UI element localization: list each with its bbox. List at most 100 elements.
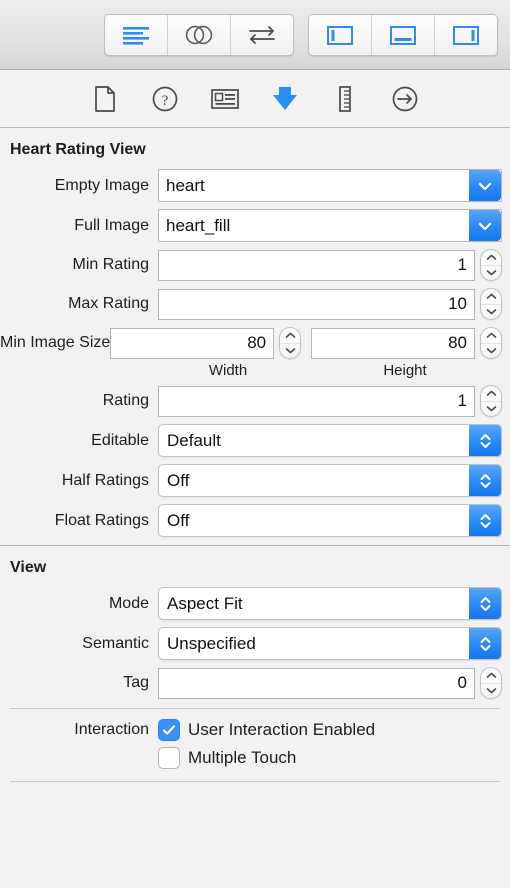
rating-stepper-down[interactable]	[481, 402, 501, 417]
tag-input[interactable]: 0	[158, 667, 475, 699]
chevron-down-icon	[478, 182, 492, 190]
mode-popup-button[interactable]: Aspect Fit	[158, 587, 502, 620]
editor-mode-segmented-control[interactable]	[104, 13, 294, 56]
inspector-tab-bar: ?	[0, 70, 510, 128]
tag-stepper-down[interactable]	[481, 684, 501, 699]
float-ratings-popup-button[interactable]: Off	[158, 504, 502, 537]
height-stepper-up[interactable]	[481, 328, 502, 344]
bottom-panel-icon	[390, 25, 416, 45]
min-image-size-width-group: 80	[110, 327, 302, 359]
empty-image-label: Empty Image	[54, 176, 149, 194]
rating-stepper[interactable]	[480, 385, 502, 417]
min-image-size-width-input[interactable]: 80	[110, 327, 275, 359]
chevron-up-down-icon	[480, 513, 490, 528]
rating-input[interactable]: 1	[158, 385, 475, 417]
full-image-label: Full Image	[74, 216, 149, 234]
float-ratings-value: Off	[167, 510, 190, 530]
row-rating: Rating 1	[0, 385, 510, 417]
editable-label: Editable	[91, 431, 149, 449]
chevron-down-icon	[486, 406, 496, 412]
semantic-popup-button[interactable]: Unspecified	[158, 627, 502, 660]
min-image-size-sublabels: Width Height	[0, 362, 510, 379]
min-rating-stepper[interactable]	[480, 249, 502, 281]
empty-image-combobox[interactable]: heart	[158, 169, 502, 202]
max-rating-stepper-up[interactable]	[481, 289, 501, 305]
min-image-size-height-stepper[interactable]	[480, 327, 503, 359]
swap-arrows-icon-button[interactable]	[231, 14, 293, 55]
tag-stepper-up[interactable]	[481, 668, 501, 684]
checkmark-icon	[162, 725, 176, 735]
mode-label: Mode	[108, 594, 149, 612]
tab-connections-inspector[interactable]	[388, 82, 422, 116]
heart-rating-section-title: Heart Rating View	[10, 141, 146, 158]
width-stepper-down[interactable]	[280, 344, 300, 359]
venn-circles-icon-button[interactable]	[168, 14, 231, 55]
max-rating-stepper-down[interactable]	[481, 305, 501, 320]
semantic-popup-arrows[interactable]	[469, 628, 501, 659]
left-panel-icon	[327, 25, 353, 45]
row-editable: Editable Default	[0, 424, 510, 457]
top-toolbar	[0, 0, 510, 70]
chevron-up-icon	[486, 293, 496, 299]
chevron-down-icon	[478, 222, 492, 230]
mode-popup-arrows[interactable]	[469, 588, 501, 619]
editable-popup-button[interactable]: Default	[158, 424, 502, 457]
full-image-dropdown-button[interactable]	[469, 210, 501, 241]
bottom-panel-icon-button[interactable]	[372, 14, 435, 55]
left-panel-icon-button[interactable]	[309, 14, 372, 55]
row-semantic: Semantic Unspecified	[0, 627, 510, 660]
float-ratings-popup-arrows[interactable]	[469, 505, 501, 536]
chevron-up-icon	[486, 672, 496, 678]
chevron-up-icon	[285, 332, 295, 338]
multiple-touch-text: Multiple Touch	[188, 748, 297, 767]
width-sublabel: Width	[208, 362, 248, 379]
row-min-image-size: Min Image Size 80 80	[0, 327, 510, 359]
chevron-down-icon	[486, 270, 496, 276]
tab-identity-inspector[interactable]	[208, 82, 242, 116]
venn-circles-icon	[185, 25, 213, 44]
empty-image-dropdown-button[interactable]	[469, 170, 501, 201]
chevron-down-icon	[486, 348, 496, 354]
min-rating-stepper-up[interactable]	[481, 250, 501, 266]
user-interaction-enabled-text: User Interaction Enabled	[188, 720, 376, 739]
multiple-touch-checkbox[interactable]	[158, 747, 180, 769]
min-image-size-width-stepper[interactable]	[279, 327, 302, 359]
editable-value: Default	[167, 430, 221, 450]
width-stepper-up[interactable]	[280, 328, 301, 344]
min-image-size-height-group: 80	[311, 327, 503, 359]
tag-stepper[interactable]	[480, 667, 502, 699]
svg-text:?: ?	[162, 93, 169, 109]
semantic-label: Semantic	[82, 634, 149, 652]
min-rating-label: Min Rating	[72, 256, 149, 273]
file-inspector-icon	[95, 85, 115, 112]
height-stepper-down[interactable]	[481, 344, 501, 359]
row-mode: Mode Aspect Fit	[0, 587, 510, 620]
chevron-up-icon	[486, 332, 496, 338]
user-interaction-enabled-checkbox[interactable]	[158, 719, 180, 741]
panel-toggle-segmented-control[interactable]	[308, 13, 498, 56]
max-rating-stepper[interactable]	[480, 288, 502, 320]
max-rating-input[interactable]: 10	[158, 288, 475, 320]
min-rating-input[interactable]: 1	[158, 249, 475, 281]
tab-quick-help-inspector[interactable]: ?	[148, 82, 182, 116]
tab-attributes-inspector[interactable]	[268, 82, 302, 116]
mode-value: Aspect Fit	[167, 593, 243, 613]
chevron-down-icon	[285, 348, 295, 354]
float-ratings-label: Float Ratings	[54, 511, 149, 529]
full-image-combobox[interactable]: heart_fill	[158, 209, 502, 242]
chevron-up-down-icon	[480, 433, 490, 448]
right-panel-icon-button[interactable]	[435, 14, 497, 55]
tab-size-inspector[interactable]	[328, 82, 362, 116]
half-ratings-popup-button[interactable]: Off	[158, 464, 502, 497]
min-image-size-height-input[interactable]: 80	[311, 327, 476, 359]
tab-file-inspector[interactable]	[88, 82, 122, 116]
row-min-rating: Min Rating 1	[0, 249, 510, 281]
min-rating-stepper-down[interactable]	[481, 266, 501, 281]
editable-popup-arrows[interactable]	[469, 425, 501, 456]
half-ratings-popup-arrows[interactable]	[469, 465, 501, 496]
chevron-up-icon	[486, 254, 496, 260]
rating-stepper-up[interactable]	[481, 386, 501, 402]
align-left-icon-button[interactable]	[105, 14, 168, 55]
chevron-up-down-icon	[480, 636, 490, 651]
row-half-ratings: Half Ratings Off	[0, 464, 510, 497]
